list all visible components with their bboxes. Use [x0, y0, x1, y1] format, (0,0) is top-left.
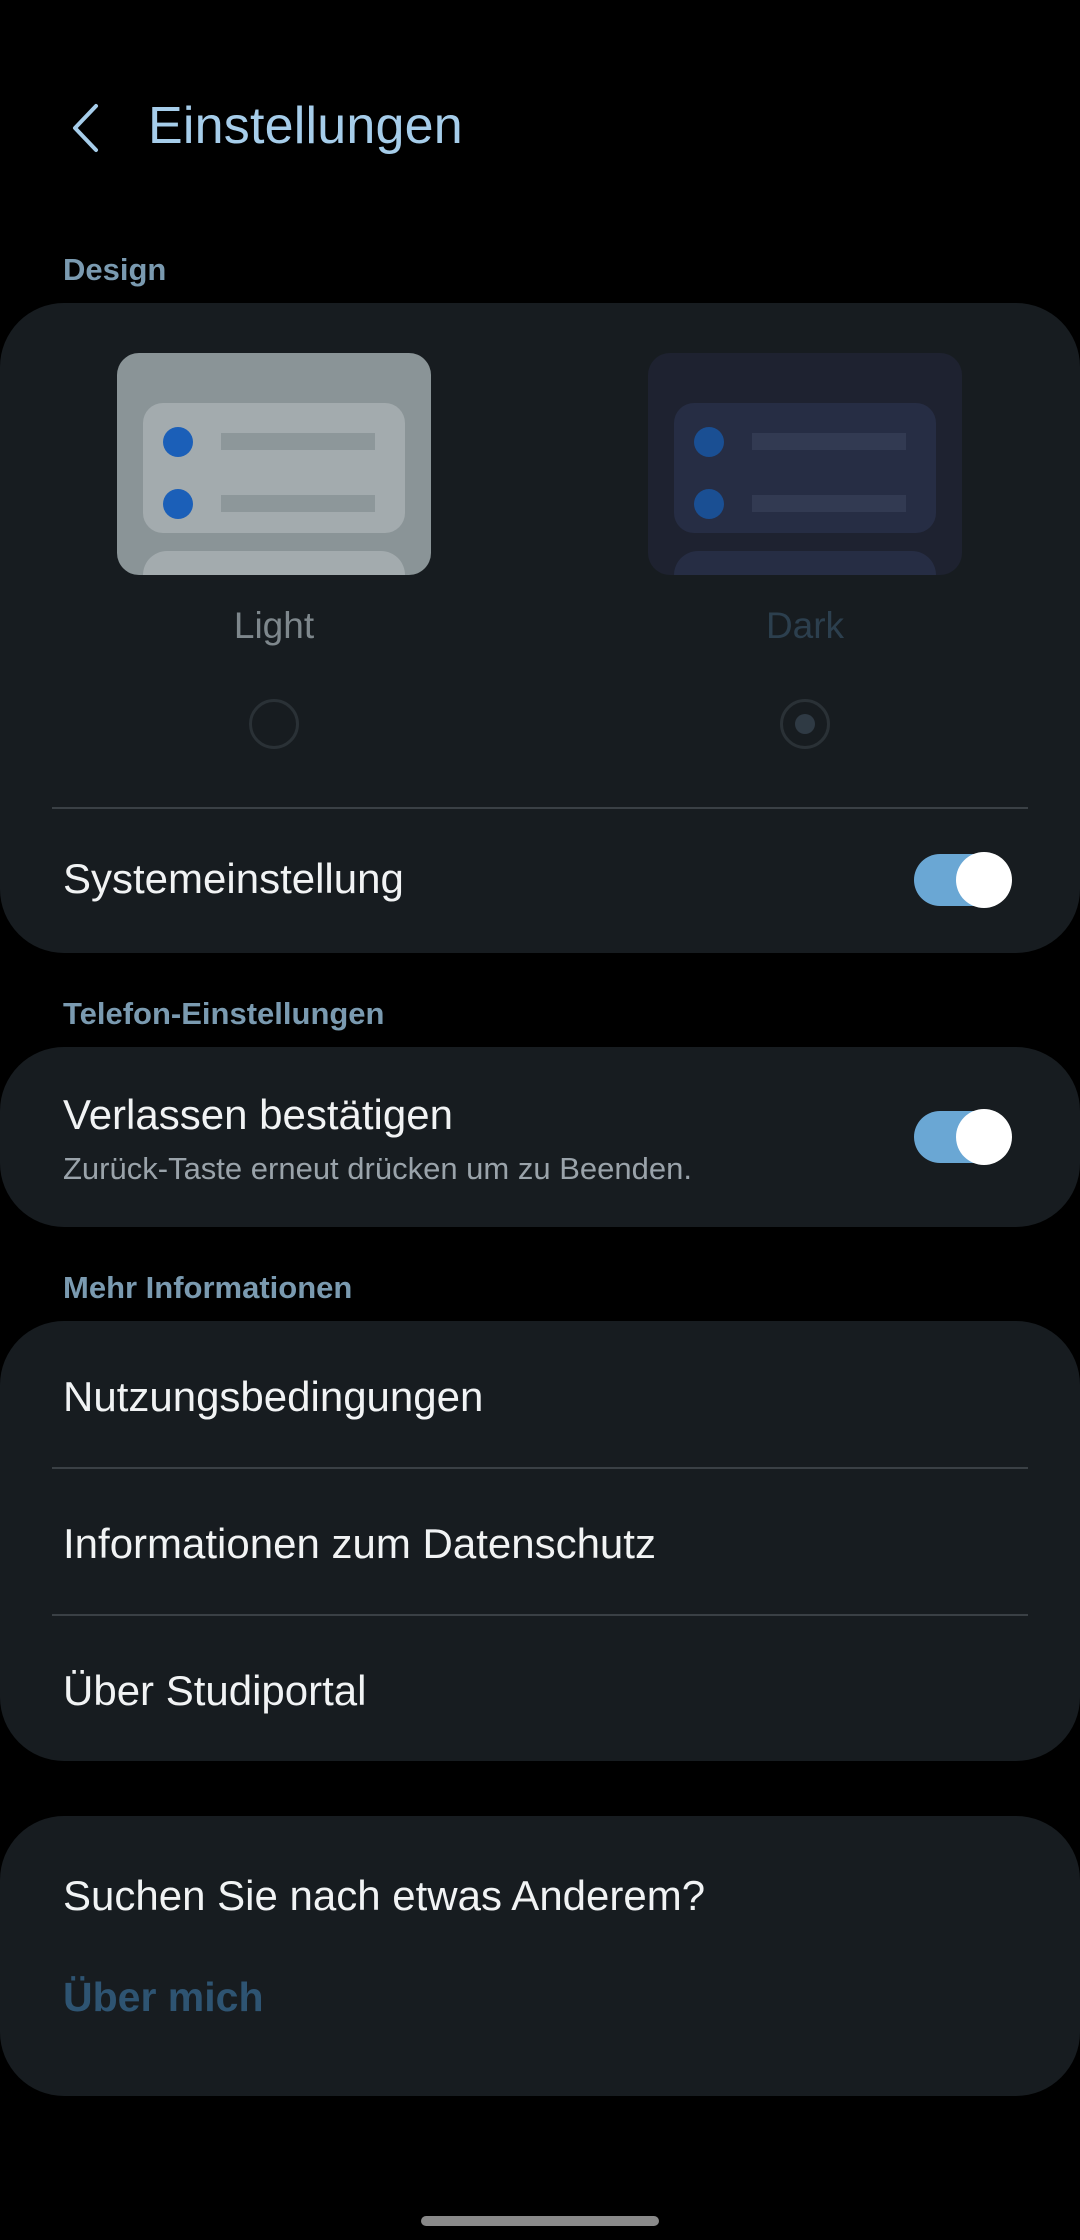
home-indicator[interactable] — [421, 2216, 659, 2226]
other-question: Suchen Sie nach etwas Anderem? — [63, 1872, 706, 1919]
more-info-card: Nutzungsbedingungen Informationen zum Da… — [0, 1321, 1080, 1761]
theme-option-light[interactable]: Light — [117, 353, 431, 749]
theme-label-light: Light — [233, 605, 315, 646]
light-theme-preview — [117, 353, 431, 575]
system-setting-label: Systemeinstellung — [63, 855, 404, 902]
chevron-left-icon — [73, 104, 98, 152]
about-me-link[interactable]: Über mich — [63, 1974, 264, 2021]
page-title: Einstellungen — [148, 97, 463, 155]
section-label-design: Design — [63, 252, 167, 287]
theme-label-dark: Dark — [765, 605, 845, 646]
terms-of-use-item[interactable]: Nutzungsbedingungen — [63, 1373, 483, 1421]
privacy-info-item[interactable]: Informationen zum Datenschutz — [63, 1520, 656, 1568]
radio-light[interactable] — [249, 699, 299, 749]
confirm-exit-description: Zurück-Taste erneut drücken um zu Beende… — [63, 1151, 692, 1186]
system-setting-toggle[interactable] — [914, 852, 1012, 908]
divider — [52, 1614, 1028, 1616]
phone-settings-card[interactable]: Verlassen bestätigen Zurück-Taste erneut… — [0, 1047, 1080, 1227]
divider — [52, 1467, 1028, 1469]
other-card: Suchen Sie nach etwas Anderem? Über mich — [0, 1816, 1080, 2096]
toggle-knob — [956, 1109, 1012, 1165]
section-label-more-info: Mehr Informationen — [63, 1270, 353, 1305]
confirm-exit-toggle[interactable] — [914, 1109, 1012, 1165]
toggle-knob — [956, 852, 1012, 908]
dark-theme-preview — [648, 353, 962, 575]
app-header: Einstellungen — [0, 0, 1080, 260]
confirm-exit-label: Verlassen bestätigen — [63, 1091, 453, 1138]
section-label-phone: Telefon-Einstellungen — [63, 996, 385, 1031]
about-studiportal-item[interactable]: Über Studiportal — [63, 1667, 367, 1715]
theme-option-dark[interactable]: Dark — [648, 353, 962, 749]
divider — [52, 807, 1028, 809]
back-button[interactable] — [60, 100, 110, 156]
radio-dark[interactable] — [780, 699, 830, 749]
design-card: Light Dark Systemeinstellung — [0, 303, 1080, 953]
